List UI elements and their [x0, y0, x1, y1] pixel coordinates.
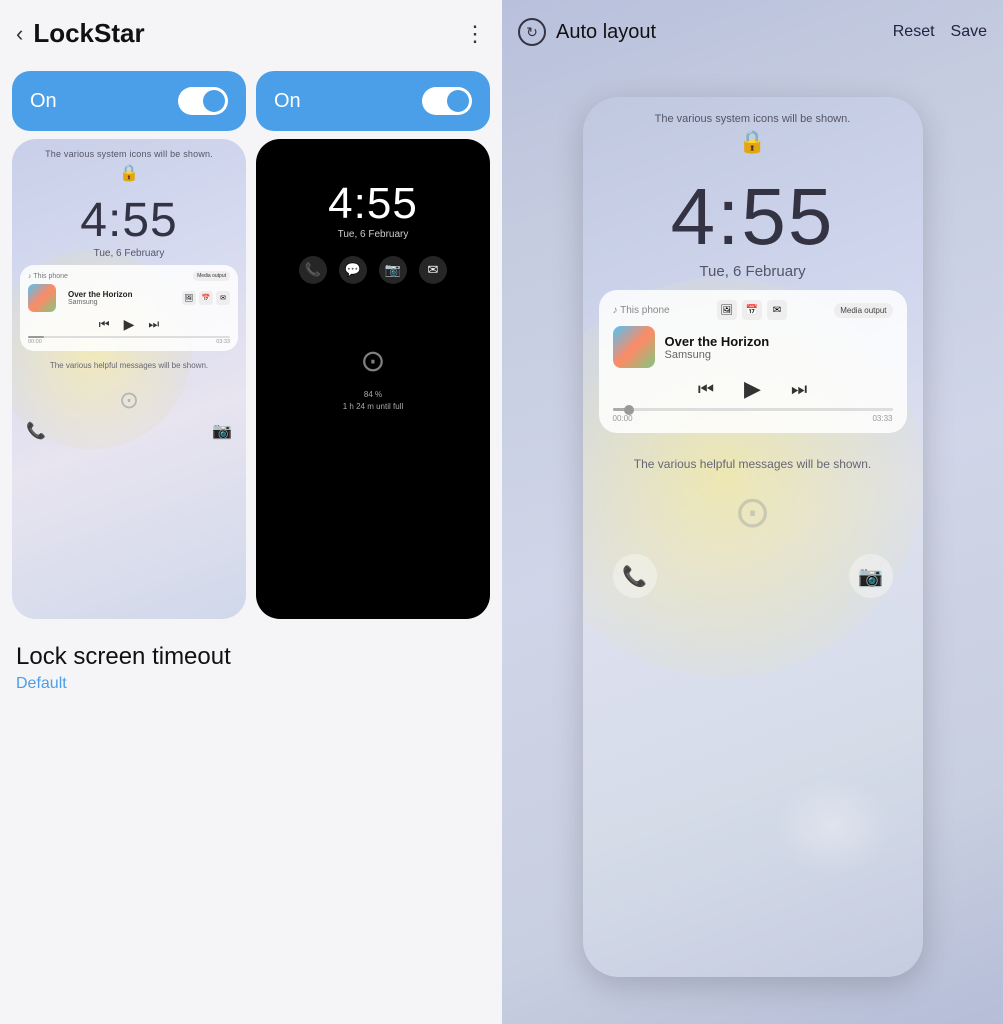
music-icon-3: ✉ — [216, 291, 230, 305]
phone-preview-row: The various system icons will be shown. … — [0, 139, 502, 619]
camera-icon: 📷 — [212, 421, 232, 441]
toggle-knob-1 — [203, 90, 225, 112]
lg-media-output-button[interactable]: Media output — [834, 303, 892, 318]
prev-button[interactable]: ⏮ — [99, 317, 110, 332]
back-button[interactable]: ‹ — [16, 21, 23, 47]
lock-icon: 🔒 — [12, 163, 246, 183]
dark-date: Tue, 6 February — [256, 229, 490, 240]
lg-icon-mail: ✉ — [767, 300, 787, 320]
lg-play-button[interactable]: ▶ — [744, 376, 761, 402]
lg-lock-icon: 🔒 — [583, 129, 923, 155]
play-button[interactable]: ▶ — [124, 316, 135, 333]
music-progress-fill — [28, 336, 44, 338]
lg-music-artist: Samsung — [665, 349, 893, 361]
lg-progress-dot — [624, 405, 634, 415]
dark-icons-row: 📞 💬 📷 ✉ — [256, 256, 490, 284]
lg-music-source: ♪ This phone — [613, 305, 670, 316]
save-button[interactable]: Save — [951, 23, 987, 41]
lg-fingerprint-icon: ⊙ — [583, 487, 923, 538]
lg-progress — [613, 408, 893, 411]
phone-icon: 📞 — [26, 421, 46, 441]
music-top: ♪ This phone Media output — [28, 271, 230, 281]
lg-icon-img: 🖼 — [717, 300, 737, 320]
dark-icon-mail: ✉ — [419, 256, 447, 284]
toggle-row: On On — [0, 63, 502, 139]
lg-controls: ⏮ ▶ ⏭ — [613, 376, 893, 402]
lg-camera-icon: 📷 — [849, 554, 893, 598]
phone-preview-light[interactable]: The various system icons will be shown. … — [12, 139, 246, 619]
lg-music-mid: Over the Horizon Samsung — [613, 326, 893, 368]
dark-icon-cam: 📷 — [379, 256, 407, 284]
toggle-1-label: On — [30, 90, 57, 113]
auto-layout-icon: ↻ — [518, 18, 546, 46]
toggle-card-2[interactable]: On — [256, 71, 490, 131]
music-icon-2: 📅 — [199, 291, 213, 305]
ls-top-hint: The various system icons will be shown. — [12, 139, 246, 161]
dark-fingerprint-icon: ⊙ — [256, 344, 490, 379]
music-time-labels: 00:00 03:33 — [28, 339, 230, 345]
timeout-value[interactable]: Default — [16, 675, 486, 693]
music-title: Over the Horizon — [68, 290, 176, 299]
music-info: Over the Horizon Samsung — [68, 290, 176, 306]
large-phone-container: The various system icons will be shown. … — [502, 60, 1003, 1024]
lg-bottom-icons: 📞 📷 — [583, 538, 923, 598]
lg-sparkle — [773, 777, 893, 877]
app-title: LockStar — [33, 18, 144, 49]
toggle-switch-1[interactable] — [178, 87, 228, 115]
lg-time-labels: 00:00 03:33 — [613, 414, 893, 423]
lg-next-button[interactable]: ⏭ — [791, 379, 807, 400]
lg-phone-icon: 📞 — [613, 554, 657, 598]
dark-icon-msg: 💬 — [339, 256, 367, 284]
music-progress — [28, 336, 230, 338]
toggle-switch-2[interactable] — [422, 87, 472, 115]
large-phone-preview[interactable]: The various system icons will be shown. … — [583, 97, 923, 977]
lg-icon-cal: 📅 — [742, 300, 762, 320]
left-header: ‹ LockStar ⋮ — [0, 0, 502, 63]
timeout-title: Lock screen timeout — [16, 643, 486, 671]
ls-time: 4:55 — [12, 193, 246, 248]
next-button[interactable]: ⏭ — [148, 317, 159, 332]
toggle-2-label: On — [274, 90, 301, 113]
music-album-art — [28, 284, 56, 312]
ls-date: Tue, 6 February — [12, 248, 246, 259]
lg-music-text: Over the Horizon Samsung — [665, 334, 893, 361]
lg-top-hint: The various system icons will be shown. — [583, 97, 923, 129]
auto-layout-title: Auto layout — [556, 21, 656, 44]
lg-bottom-hint: The various helpful messages will be sho… — [583, 441, 923, 471]
toggle-card-1[interactable]: On — [12, 71, 246, 131]
music-source: ♪ This phone — [28, 273, 68, 280]
music-widget: ♪ This phone Media output Over the Horiz… — [20, 265, 238, 351]
left-panel: ‹ LockStar ⋮ On On The various system ic… — [0, 0, 502, 1024]
battery-info: 84 % 1 h 24 m until full — [256, 389, 490, 413]
timeout-section: Lock screen timeout Default — [0, 619, 502, 705]
music-artist: Samsung — [68, 299, 176, 306]
lg-music-album-art — [613, 326, 655, 368]
lg-prev-button[interactable]: ⏮ — [698, 379, 714, 400]
lg-time: 4:55 — [583, 171, 923, 263]
lg-music-widget: ♪ This phone 🖼 📅 ✉ Media output Over the… — [599, 290, 907, 433]
toggle-knob-2 — [447, 90, 469, 112]
lg-music-title: Over the Horizon — [665, 334, 893, 349]
fingerprint-icon: ⊙ — [12, 386, 246, 415]
dark-time: 4:55 — [256, 179, 490, 229]
more-options-button[interactable]: ⋮ — [464, 21, 486, 47]
lg-date: Tue, 6 February — [583, 263, 923, 280]
right-panel: ↻ Auto layout Reset Save The various sys… — [502, 0, 1003, 1024]
ls-bottom-icons: 📞 📷 — [12, 415, 246, 447]
reset-button[interactable]: Reset — [893, 23, 935, 41]
dark-icon-phone: 📞 — [299, 256, 327, 284]
ls-bottom-hint: The various helpful messages will be sho… — [12, 355, 246, 376]
right-header: ↻ Auto layout Reset Save — [502, 0, 1003, 60]
phone-preview-dark[interactable]: 4:55 Tue, 6 February 📞 💬 📷 ✉ ⊙ 84 % 1 h … — [256, 139, 490, 619]
music-controls: ⏮ ▶ ⏭ — [28, 316, 230, 333]
lg-music-top: ♪ This phone 🖼 📅 ✉ Media output — [613, 300, 893, 320]
media-output-button[interactable]: Media output — [193, 271, 230, 281]
music-icon-1: 🖼 — [182, 291, 196, 305]
